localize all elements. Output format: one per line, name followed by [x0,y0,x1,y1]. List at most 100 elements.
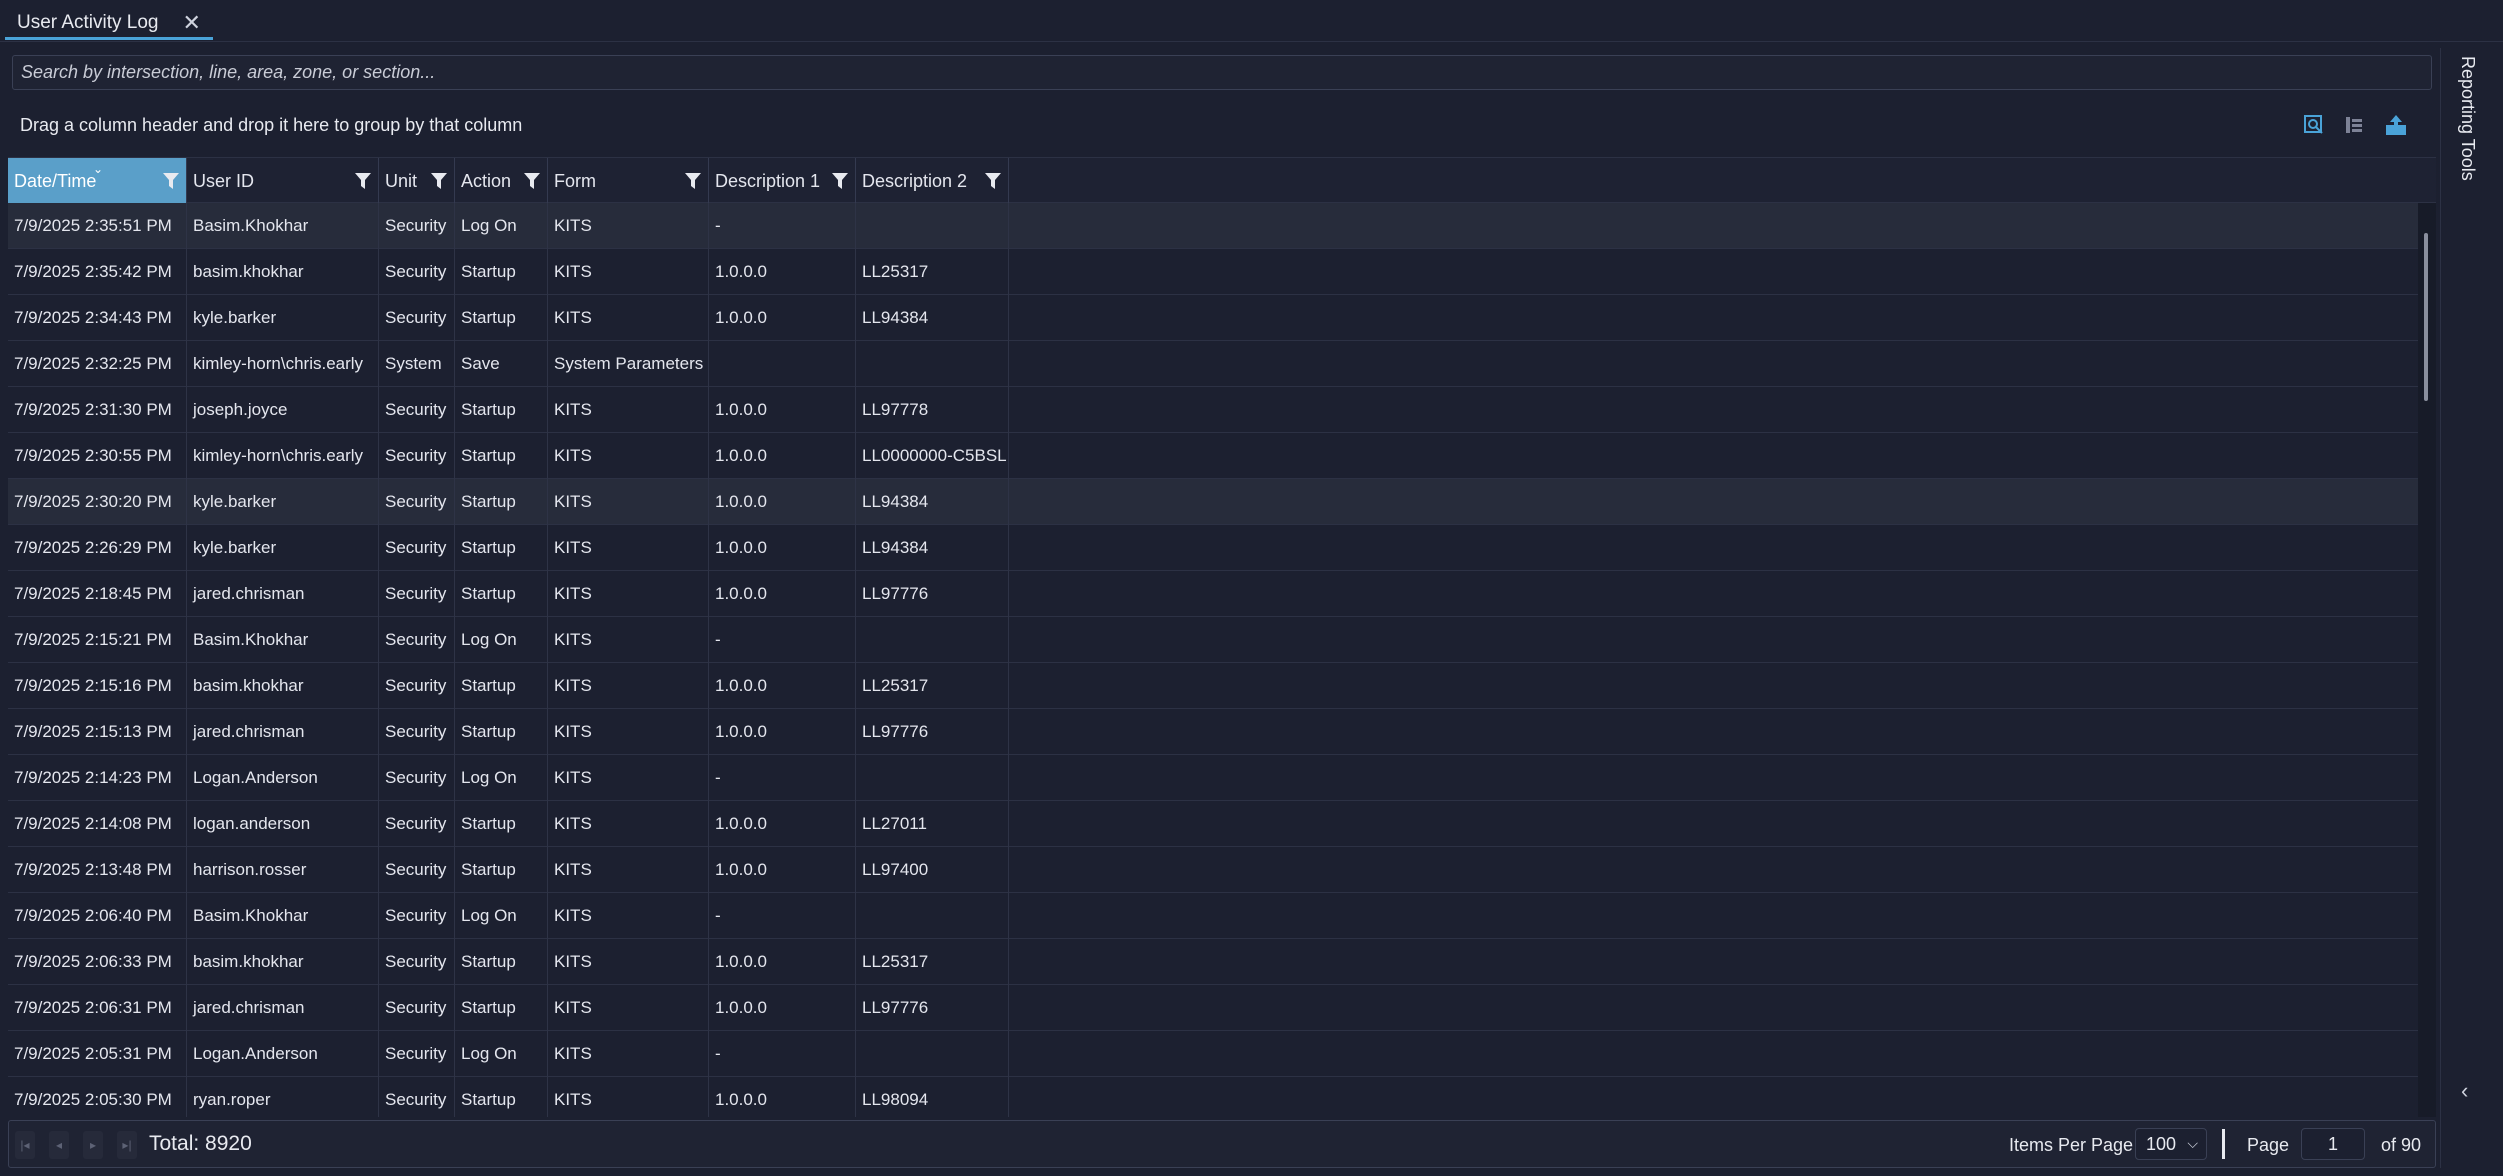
column-header-label: Description 2 [862,170,968,191]
cell-unit: Security [379,249,455,295]
cell-description-1: 1.0.0.0 [709,295,856,341]
next-page-button[interactable]: ▸ [83,1131,103,1159]
items-per-page-select[interactable]: 100 ⌵ [2135,1128,2207,1160]
cell-form: KITS [548,387,709,433]
table-row[interactable]: 7/9/2025 2:14:23 PM Logan.Anderson Securit… [8,755,2418,801]
table-row[interactable]: 7/9/2025 2:30:55 PM kimley-horn\chris.ear… [8,433,2418,479]
column-header-label: Form [554,170,596,191]
filter-icon[interactable] [984,172,1002,190]
cell-date-time: 7/9/2025 2:14:08 PM [8,801,187,847]
cell-action: Startup [455,939,548,985]
cell-description-2 [856,893,1009,939]
search-input[interactable] [13,56,2431,89]
table-row[interactable]: 7/9/2025 2:05:31 PM Logan.Anderson Securit… [8,1031,2418,1077]
cell-action: Save [455,341,548,387]
table-row[interactable]: 7/9/2025 2:34:43 PM kyle.barker Security St… [8,295,2418,341]
table-row[interactable]: 7/9/2025 2:15:21 PM Basim.Khokhar Security… [8,617,2418,663]
close-icon[interactable]: ✕ [183,11,201,34]
reporting-tools-panel: Reporting Tools ‹ [2440,48,2500,1168]
column-header-description-2[interactable]: Description 2 [856,158,1009,204]
table-row[interactable]: 7/9/2025 2:32:25 PM kimley-horn\chris.ear… [8,341,2418,387]
table-row[interactable]: 7/9/2025 2:05:30 PM ryan.roper Security Sta… [8,1077,2418,1117]
scrollbar-thumb[interactable] [2424,233,2428,401]
column-header-label: User ID [193,170,255,191]
cell-description-2: LL97400 [856,847,1009,893]
tab-user-activity-log[interactable]: User Activity Log ✕ [5,8,213,40]
chevron-down-icon: ⌵ [2187,1135,2198,1151]
column-header-label: Unit [385,170,418,191]
filter-icon[interactable] [684,172,702,190]
table-row[interactable]: 7/9/2025 2:35:42 PM basim.khokhar Security… [8,249,2418,295]
cell-date-time: 7/9/2025 2:32:25 PM [8,341,187,387]
cell-user-id: jared.chrisman [187,571,379,617]
search-icon[interactable] [2300,111,2328,139]
cell-description-2 [856,341,1009,387]
previous-page-button[interactable]: ◂ [49,1131,69,1159]
table-row[interactable]: 7/9/2025 2:13:48 PM harrison.rosser Securi… [8,847,2418,893]
filter-icon[interactable] [430,172,448,190]
cell-user-id: logan.anderson [187,801,379,847]
cell-form: KITS [548,1077,709,1117]
table-row[interactable]: 7/9/2025 2:15:16 PM basim.khokhar Security… [8,663,2418,709]
column-header-form[interactable]: Form [548,158,709,204]
cell-description-1: - [709,617,856,663]
page-number-input[interactable] [2301,1128,2365,1160]
column-chooser-icon[interactable] [2340,111,2368,139]
cell-unit: Security [379,985,455,1031]
filter-icon[interactable] [831,172,849,190]
cell-description-2: LL94384 [856,295,1009,341]
cell-action: Log On [455,617,548,663]
cell-description-2: LL97776 [856,709,1009,755]
cell-user-id: Basim.Khokhar [187,203,379,249]
table-row[interactable]: 7/9/2025 2:15:13 PM jared.chrisman Securit… [8,709,2418,755]
group-by-panel[interactable]: Drag a column header and drop it here to… [8,97,2436,157]
document-tab-strip: User Activity Log ✕ [0,0,2503,42]
cell-action: Startup [455,249,548,295]
collapse-panel-icon[interactable]: ‹ [2461,1078,2468,1104]
cell-description-2: LL94384 [856,479,1009,525]
table-row[interactable]: 7/9/2025 2:06:33 PM basim.khokhar Security… [8,939,2418,985]
table-row[interactable]: 7/9/2025 2:35:51 PM Basim.Khokhar Security… [8,203,2418,249]
cell-action: Startup [455,1077,548,1117]
cell-form: KITS [548,433,709,479]
table-row[interactable]: 7/9/2025 2:14:08 PM logan.anderson Securit… [8,801,2418,847]
table-row[interactable]: 7/9/2025 2:06:40 PM Basim.Khokhar Security… [8,893,2418,939]
cell-description-1: - [709,203,856,249]
filter-icon[interactable] [162,172,180,190]
first-page-button[interactable]: |◂ [15,1131,35,1159]
activity-grid: Date/Time ⌄ User ID Unit Action Form Descripti… [8,157,2436,1117]
cell-form: KITS [548,249,709,295]
cell-form: KITS [548,617,709,663]
cell-date-time: 7/9/2025 2:06:40 PM [8,893,187,939]
last-page-button[interactable]: ▸| [117,1131,137,1159]
column-header-unit[interactable]: Unit [379,158,455,204]
cell-description-2: LL25317 [856,249,1009,295]
column-header-description-1[interactable]: Description 1 [709,158,856,204]
cell-user-id: kimley-horn\chris.early [187,433,379,479]
column-header-action[interactable]: Action [455,158,548,204]
cell-user-id: jared.chrisman [187,709,379,755]
cell-date-time: 7/9/2025 2:31:30 PM [8,387,187,433]
cell-action: Startup [455,709,548,755]
cell-date-time: 7/9/2025 2:30:20 PM [8,479,187,525]
cell-user-id: basim.khokhar [187,939,379,985]
cell-action: Startup [455,571,548,617]
cell-user-id: joseph.joyce [187,387,379,433]
cell-unit: Security [379,479,455,525]
table-row[interactable]: 7/9/2025 2:06:31 PM jared.chrisman Securit… [8,985,2418,1031]
table-row[interactable]: 7/9/2025 2:26:29 PM kyle.barker Security St… [8,525,2418,571]
filter-icon[interactable] [354,172,372,190]
vertical-scrollbar[interactable] [2420,203,2432,1113]
cell-user-id: Basim.Khokhar [187,893,379,939]
table-row[interactable]: 7/9/2025 2:30:20 PM kyle.barker Security St… [8,479,2418,525]
cell-unit: Security [379,801,455,847]
table-row[interactable]: 7/9/2025 2:31:30 PM joseph.joyce Security S… [8,387,2418,433]
filter-icon[interactable] [523,172,541,190]
cell-form: KITS [548,1031,709,1077]
export-icon[interactable] [2382,111,2410,139]
cell-unit: Security [379,709,455,755]
column-header-user-id[interactable]: User ID [187,158,379,204]
reporting-tools-tab[interactable]: Reporting Tools [2457,56,2478,181]
table-row[interactable]: 7/9/2025 2:18:45 PM jared.chrisman Securit… [8,571,2418,617]
column-header-date-time[interactable]: Date/Time ⌄ [8,158,187,204]
